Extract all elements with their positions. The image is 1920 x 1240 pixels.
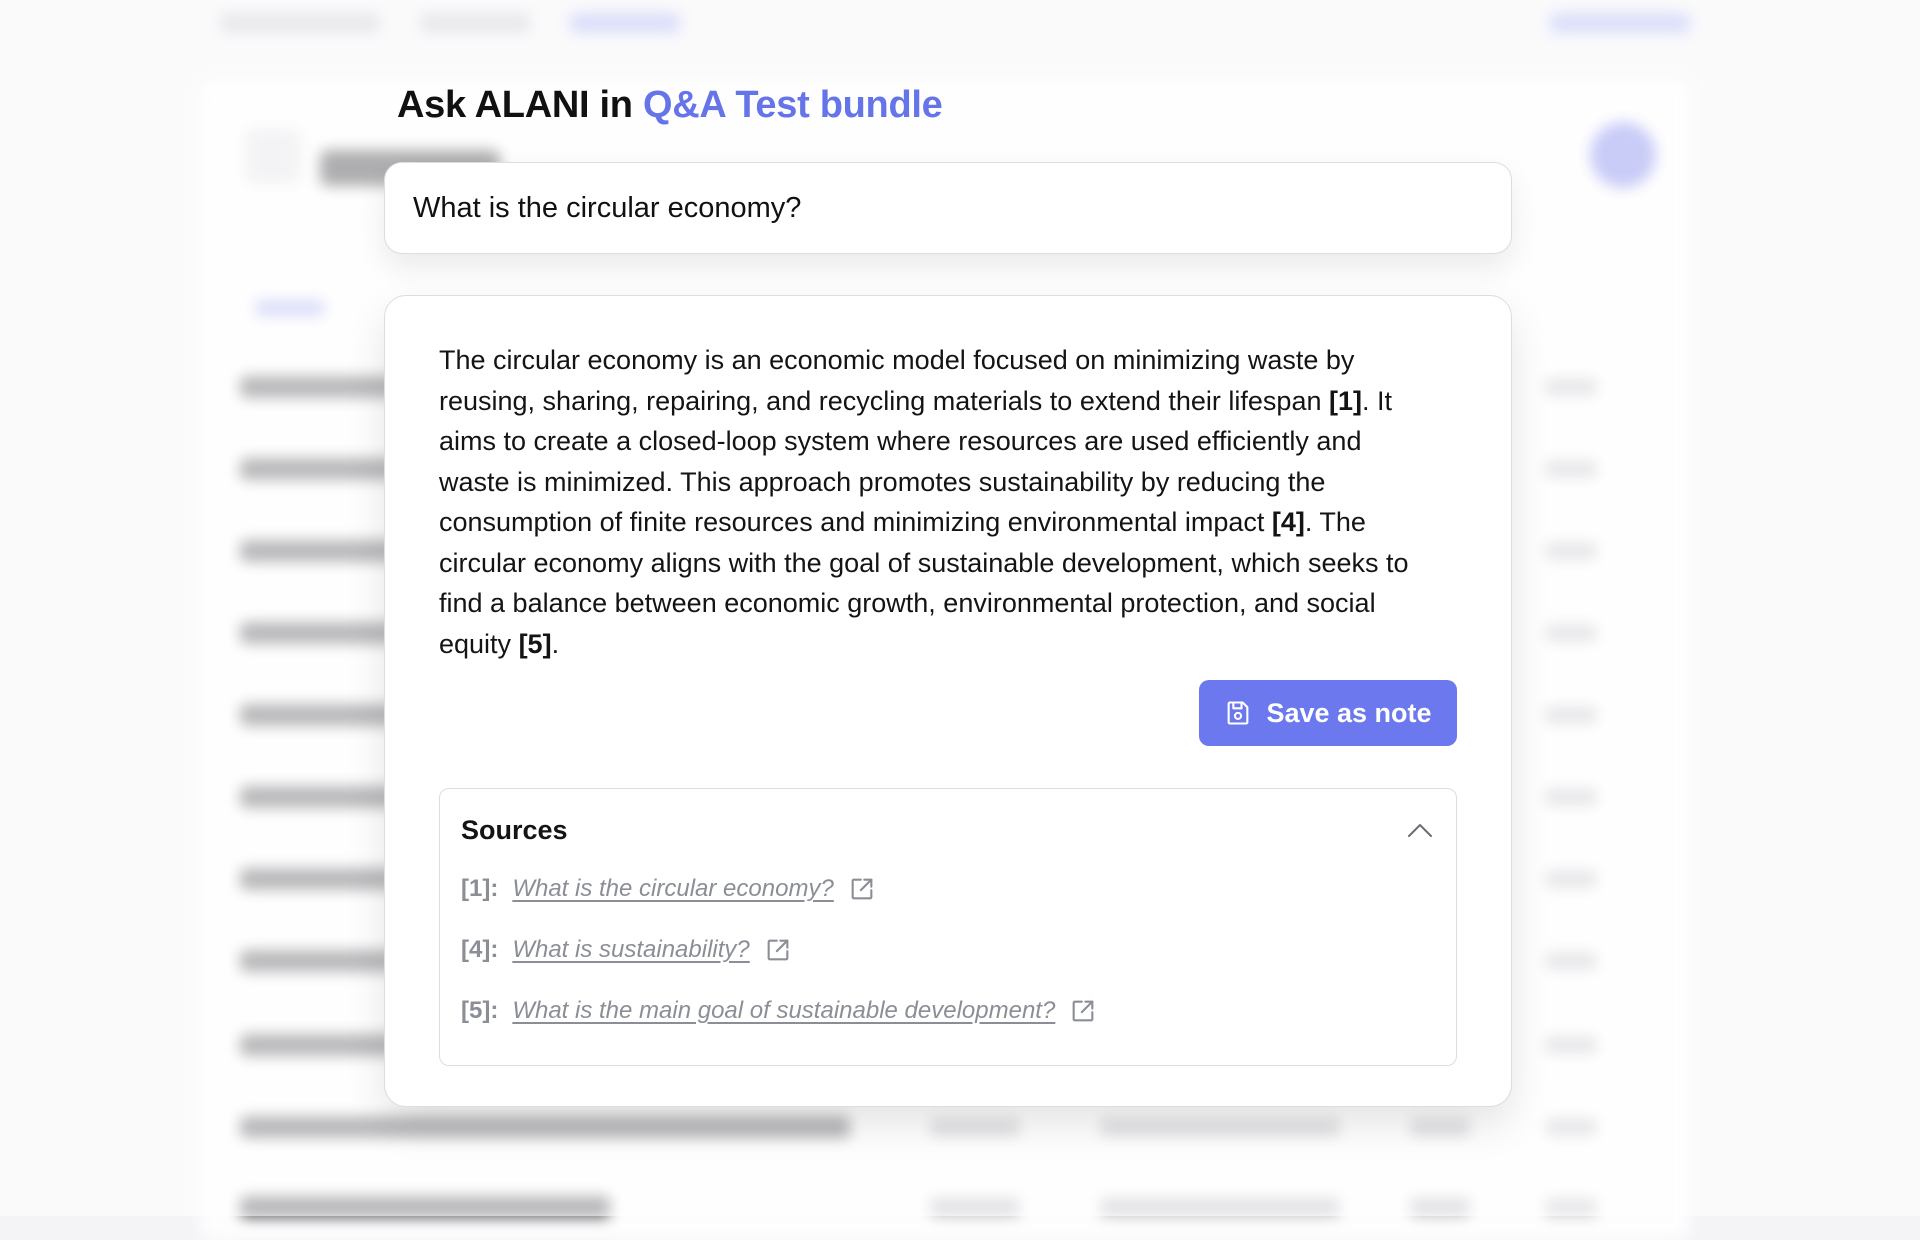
sources-collapse-toggle[interactable] [1402, 815, 1438, 845]
sources-title: Sources [461, 815, 568, 845]
citation-marker: [5] [518, 628, 552, 659]
sources-panel: Sources [1]: What is the circular econom… [439, 788, 1457, 1066]
source-item: [1]: What is the circular economy? [461, 873, 876, 905]
bundle-name: Q&A Test bundle [642, 84, 943, 126]
save-as-note-button[interactable]: Save as note [1199, 680, 1457, 746]
source-link[interactable]: What is the main goal of sustainable dev… [512, 997, 1055, 1025]
save-icon [1228, 701, 1249, 725]
answer-segment: . [551, 628, 560, 659]
source-link[interactable]: What is sustainability? [512, 936, 749, 964]
chevron-up-icon [1408, 824, 1432, 837]
external-link-icon[interactable] [764, 936, 792, 964]
external-link-icon[interactable] [1069, 997, 1097, 1025]
answer-card: The circular economy is an economic mode… [384, 295, 1512, 1107]
source-item: [5]: What is the main goal of sustainabl… [461, 995, 1097, 1027]
dialog-title: Ask ALANI in Q&A Test bundle [397, 84, 943, 127]
citation-marker: [4] [1271, 507, 1305, 537]
source-item: [4]: What is sustainability? [461, 934, 792, 966]
answer-text: The circular economy is an economic mode… [439, 340, 1439, 664]
source-ref: [5]: [461, 997, 499, 1024]
question-input[interactable] [413, 191, 1483, 225]
external-link-icon[interactable] [848, 875, 876, 903]
question-field[interactable] [384, 162, 1512, 254]
answer-segment: The circular economy is an economic mode… [439, 345, 1355, 416]
save-as-note-label: Save as note [1266, 697, 1432, 728]
source-link[interactable]: What is the circular economy? [512, 875, 833, 903]
citation-marker: [1] [1328, 385, 1362, 416]
source-ref: [1]: [461, 875, 499, 902]
dialog-title-prefix: Ask ALANI in [397, 84, 633, 126]
source-ref: [4]: [461, 936, 499, 963]
